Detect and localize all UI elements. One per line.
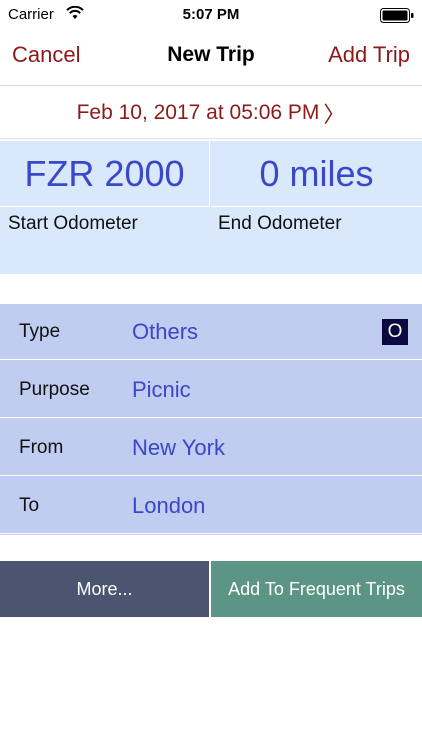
- trip-date-value: Feb 10, 2017 at 05:06 PM: [76, 100, 320, 124]
- from-label: From: [19, 437, 64, 458]
- start-odometer-field[interactable]: FZR 2000: [0, 141, 210, 207]
- status-time: 5:07 PM: [182, 6, 240, 23]
- end-odometer-label: End Odometer: [218, 213, 342, 234]
- to-value: London: [132, 493, 206, 518]
- add-to-frequent-trips-button[interactable]: Add To Frequent Trips: [211, 561, 422, 617]
- more-button[interactable]: More...: [0, 561, 209, 617]
- type-badge: O: [382, 319, 408, 345]
- detail-row-from[interactable]: From New York: [0, 420, 422, 476]
- navigation-bar: Cancel New Trip Add Trip: [0, 30, 422, 86]
- from-value: New York: [132, 435, 225, 460]
- detail-row-purpose[interactable]: Purpose Picnic: [0, 362, 422, 418]
- start-odometer-label: Start Odometer: [8, 213, 138, 234]
- type-value: Others: [132, 319, 199, 344]
- type-label: Type: [19, 321, 61, 342]
- purpose-value: Picnic: [132, 377, 191, 402]
- to-label: To: [19, 495, 40, 516]
- trip-details-list: Type Others O Purpose Picnic From New Yo…: [0, 304, 422, 535]
- trip-date-selector[interactable]: Feb 10, 2017 at 05:06 PM 〉: [0, 87, 422, 139]
- new-trip-screen: Carrier 5:07 PM Cancel New Trip Add Trip…: [0, 0, 422, 750]
- status-bar: Carrier 5:07 PM: [0, 0, 422, 30]
- end-odometer-field[interactable]: 0 miles: [211, 141, 422, 207]
- chevron-right-icon: 〉: [323, 101, 346, 127]
- add-trip-button[interactable]: Add Trip: [328, 42, 410, 68]
- purpose-label: Purpose: [19, 379, 90, 400]
- detail-row-to[interactable]: To London: [0, 478, 422, 534]
- battery-full-icon: [380, 8, 414, 23]
- odometer-panel: FZR 2000 0 miles Start Odometer End Odom…: [0, 141, 422, 274]
- detail-row-type[interactable]: Type Others O: [0, 304, 422, 360]
